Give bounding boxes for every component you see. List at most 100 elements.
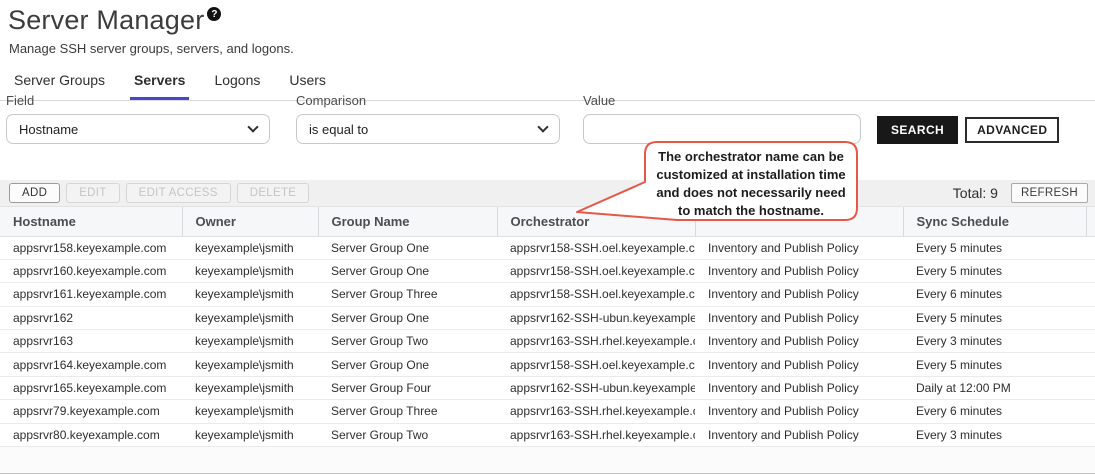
cell-group-name: Server Group One	[318, 306, 497, 329]
column-header-hostname[interactable]: Hostname	[0, 207, 182, 236]
advanced-button[interactable]: ADVANCED	[965, 117, 1059, 143]
cell-group-name: Server Group One	[318, 259, 497, 282]
add-button[interactable]: ADD	[9, 183, 60, 203]
cell-hostname: appsrvr165.keyexample.com	[0, 376, 182, 399]
search-filters: Field Hostname Comparison is equal to Va…	[0, 93, 1095, 144]
table-row[interactable]: appsrvr163 keyexample\jsmith Server Grou…	[0, 330, 1095, 353]
comparison-select[interactable]: is equal to	[296, 114, 560, 144]
table-header-row: Hostname Owner Group Name Orchestrator S…	[0, 207, 1095, 236]
chevron-down-icon	[247, 121, 258, 132]
cell-owner: keyexample\jsmith	[182, 259, 318, 282]
comparison-select-value: is equal to	[309, 122, 368, 137]
cell-policy: Inventory and Publish Policy	[695, 259, 903, 282]
cell-owner: keyexample\jsmith	[182, 330, 318, 353]
cell-filler	[1086, 306, 1095, 329]
cell-sync-schedule: Daily at 12:00 PM	[903, 376, 1086, 399]
cell-group-name: Server Group Three	[318, 283, 497, 306]
comparison-label: Comparison	[296, 93, 560, 109]
cell-hostname: appsrvr161.keyexample.com	[0, 283, 182, 306]
table-row[interactable]: appsrvr80.keyexample.com keyexample\jsmi…	[0, 423, 1095, 446]
table-row[interactable]: appsrvr158.keyexample.com keyexample\jsm…	[0, 236, 1095, 259]
cell-owner: keyexample\jsmith	[182, 423, 318, 446]
cell-filler	[1086, 236, 1095, 259]
cell-hostname: appsrvr79.keyexample.com	[0, 400, 182, 423]
column-header-owner[interactable]: Owner	[182, 207, 318, 236]
refresh-button[interactable]: REFRESH	[1011, 183, 1088, 203]
servers-table: Hostname Owner Group Name Orchestrator S…	[0, 207, 1095, 447]
cell-filler	[1086, 423, 1095, 446]
cell-sync-schedule: Every 5 minutes	[903, 236, 1086, 259]
orchestrator-callout: The orchestrator name can be customized …	[573, 138, 865, 232]
cell-group-name: Server Group Two	[318, 423, 497, 446]
callout-text: The orchestrator name can be customized …	[649, 148, 853, 220]
cell-group-name: Server Group Four	[318, 376, 497, 399]
table-row[interactable]: appsrvr162 keyexample\jsmith Server Grou…	[0, 306, 1095, 329]
cell-orchestrator: appsrvr163-SSH.rhel.keyexample.com	[497, 330, 695, 353]
cell-policy: Inventory and Publish Policy	[695, 330, 903, 353]
cell-sync-schedule: Every 5 minutes	[903, 353, 1086, 376]
page-subtitle: Manage SSH server groups, servers, and l…	[0, 36, 1095, 56]
cell-owner: keyexample\jsmith	[182, 283, 318, 306]
search-button[interactable]: SEARCH	[877, 116, 958, 144]
cell-hostname: appsrvr164.keyexample.com	[0, 353, 182, 376]
cell-filler	[1086, 283, 1095, 306]
cell-orchestrator: appsrvr162-SSH-ubun.keyexample.com	[497, 376, 695, 399]
table-row[interactable]: appsrvr165.keyexample.com keyexample\jsm…	[0, 376, 1095, 399]
column-header-sync-schedule[interactable]: Sync Schedule	[903, 207, 1086, 236]
page-title: Server Manager	[8, 5, 204, 36]
cell-owner: keyexample\jsmith	[182, 353, 318, 376]
field-select[interactable]: Hostname	[6, 114, 270, 144]
table-footer	[0, 447, 1095, 473]
cell-orchestrator: appsrvr162-SSH-ubun.keyexample.com	[497, 306, 695, 329]
cell-orchestrator: appsrvr163-SSH.rhel.keyexample.com	[497, 400, 695, 423]
cell-policy: Inventory and Publish Policy	[695, 376, 903, 399]
cell-policy: Inventory and Publish Policy	[695, 400, 903, 423]
cell-owner: keyexample\jsmith	[182, 400, 318, 423]
cell-filler	[1086, 330, 1095, 353]
cell-sync-schedule: Every 5 minutes	[903, 259, 1086, 282]
cell-group-name: Server Group Three	[318, 400, 497, 423]
cell-orchestrator: appsrvr158-SSH.oel.keyexample.com	[497, 283, 695, 306]
cell-owner: keyexample\jsmith	[182, 236, 318, 259]
cell-hostname: appsrvr163	[0, 330, 182, 353]
cell-group-name: Server Group Two	[318, 330, 497, 353]
page-header: Server Manager ? Manage SSH server group…	[0, 0, 1095, 101]
table-row[interactable]: appsrvr164.keyexample.com keyexample\jsm…	[0, 353, 1095, 376]
column-header-filler	[1086, 207, 1095, 236]
cell-hostname: appsrvr162	[0, 306, 182, 329]
cell-policy: Inventory and Publish Policy	[695, 353, 903, 376]
cell-sync-schedule: Every 3 minutes	[903, 423, 1086, 446]
chevron-down-icon	[537, 121, 548, 132]
cell-sync-schedule: Every 3 minutes	[903, 330, 1086, 353]
cell-policy: Inventory and Publish Policy	[695, 423, 903, 446]
cell-policy: Inventory and Publish Policy	[695, 236, 903, 259]
table-row[interactable]: appsrvr160.keyexample.com keyexample\jsm…	[0, 259, 1095, 282]
delete-button: DELETE	[237, 183, 310, 203]
server-manager-screen: Server Manager ? Manage SSH server group…	[0, 0, 1095, 474]
cell-sync-schedule: Every 6 minutes	[903, 283, 1086, 306]
cell-group-name: Server Group One	[318, 353, 497, 376]
cell-filler	[1086, 376, 1095, 399]
cell-orchestrator: appsrvr163-SSH.rhel.keyexample.com	[497, 423, 695, 446]
servers-grid: ADD EDIT EDIT ACCESS DELETE Total: 9 REF…	[0, 180, 1095, 473]
edit-access-button: EDIT ACCESS	[126, 183, 231, 203]
cell-sync-schedule: Every 6 minutes	[903, 400, 1086, 423]
help-icon[interactable]: ?	[207, 7, 221, 21]
table-row[interactable]: appsrvr161.keyexample.com keyexample\jsm…	[0, 283, 1095, 306]
total-count: Total: 9	[953, 185, 998, 201]
cell-sync-schedule: Every 5 minutes	[903, 306, 1086, 329]
table-body: appsrvr158.keyexample.com keyexample\jsm…	[0, 236, 1095, 447]
cell-orchestrator: appsrvr158-SSH.oel.keyexample.com	[497, 259, 695, 282]
field-label: Field	[6, 93, 270, 109]
edit-button: EDIT	[66, 183, 119, 203]
cell-orchestrator: appsrvr158-SSH.oel.keyexample.com	[497, 353, 695, 376]
field-select-value: Hostname	[19, 122, 78, 137]
column-header-group-name[interactable]: Group Name	[318, 207, 497, 236]
cell-group-name: Server Group One	[318, 236, 497, 259]
cell-owner: keyexample\jsmith	[182, 306, 318, 329]
cell-policy: Inventory and Publish Policy	[695, 283, 903, 306]
cell-filler	[1086, 259, 1095, 282]
table-row[interactable]: appsrvr79.keyexample.com keyexample\jsmi…	[0, 400, 1095, 423]
grid-toolbar: ADD EDIT EDIT ACCESS DELETE Total: 9 REF…	[0, 180, 1095, 207]
cell-hostname: appsrvr160.keyexample.com	[0, 259, 182, 282]
